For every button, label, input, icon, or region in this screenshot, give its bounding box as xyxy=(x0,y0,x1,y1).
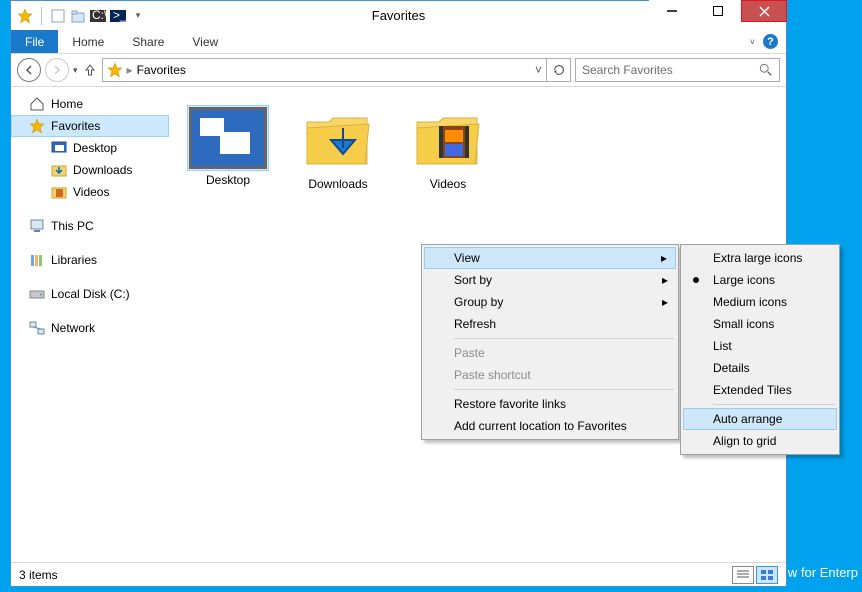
menu-large-icons[interactable]: Large icons xyxy=(683,269,837,291)
powershell-icon[interactable]: >_ xyxy=(110,8,126,24)
address-bar[interactable]: ▸ Favorites ˅ xyxy=(102,58,547,82)
refresh-button[interactable] xyxy=(547,58,571,82)
back-button[interactable] xyxy=(17,58,41,82)
title-bar: C:\ >_ ▾ Favorites xyxy=(11,1,786,30)
separator xyxy=(41,7,42,25)
sidebar-label: Network xyxy=(51,321,95,335)
tab-share[interactable]: Share xyxy=(118,30,178,53)
history-dropdown-icon[interactable]: ▾ xyxy=(73,65,78,76)
details-view-button[interactable] xyxy=(732,566,754,584)
context-menu: View▸ Sort by▸ Group by▸ Refresh Paste P… xyxy=(421,244,679,440)
menu-restore-favorites[interactable]: Restore favorite links xyxy=(424,393,676,415)
item-label: Videos xyxy=(430,177,466,191)
quick-access-toolbar: C:\ >_ ▾ xyxy=(11,7,146,25)
separator xyxy=(454,389,674,390)
submenu-arrow-icon: ▸ xyxy=(662,295,668,309)
separator xyxy=(713,404,835,405)
menu-add-location[interactable]: Add current location to Favorites xyxy=(424,415,676,437)
new-folder-icon[interactable] xyxy=(70,8,86,24)
sidebar-label: Local Disk (C:) xyxy=(51,287,130,301)
item-label: Desktop xyxy=(206,173,250,187)
submenu-arrow-icon: ▸ xyxy=(661,251,667,265)
maximize-button[interactable] xyxy=(695,0,741,22)
star-icon xyxy=(107,62,123,78)
sidebar-item-videos[interactable]: Videos xyxy=(11,181,169,203)
tab-file[interactable]: File xyxy=(11,30,58,53)
sidebar-label: Home xyxy=(51,97,83,111)
minimize-button[interactable] xyxy=(649,0,695,22)
search-placeholder: Search Favorites xyxy=(582,63,673,77)
menu-list[interactable]: List xyxy=(683,335,837,357)
search-input[interactable]: Search Favorites xyxy=(575,58,780,82)
navigation-bar: ▾ ▸ Favorites ˅ Search Favorites xyxy=(11,54,786,87)
icons-view-button[interactable] xyxy=(756,566,778,584)
item-downloads[interactable]: Downloads xyxy=(295,105,381,191)
menu-align-to-grid[interactable]: Align to grid xyxy=(683,430,837,452)
window-buttons xyxy=(649,0,787,22)
menu-sortby[interactable]: Sort by▸ xyxy=(424,269,676,291)
sidebar-item-home[interactable]: Home xyxy=(11,93,169,115)
view-submenu: Extra large icons Large icons Medium ico… xyxy=(680,244,840,455)
sidebar-label: Favorites xyxy=(51,119,100,133)
properties-icon[interactable] xyxy=(50,8,66,24)
sidebar-item-libraries[interactable]: Libraries xyxy=(11,249,169,271)
svg-text:C:\: C:\ xyxy=(92,10,106,22)
search-icon xyxy=(759,63,773,77)
menu-paste-shortcut: Paste shortcut xyxy=(424,364,676,386)
separator xyxy=(454,338,674,339)
console-icon[interactable]: C:\ xyxy=(90,8,106,24)
up-button[interactable] xyxy=(82,62,98,78)
menu-refresh[interactable]: Refresh xyxy=(424,313,676,335)
menu-paste: Paste xyxy=(424,342,676,364)
menu-groupby[interactable]: Group by▸ xyxy=(424,291,676,313)
sidebar-item-favorites[interactable]: Favorites xyxy=(11,115,169,137)
sidebar-item-desktop[interactable]: Desktop xyxy=(11,137,169,159)
address-dropdown-icon[interactable]: ˅ xyxy=(535,63,542,77)
radio-icon xyxy=(693,277,699,283)
star-icon xyxy=(17,8,33,24)
item-label: Downloads xyxy=(308,177,367,191)
navigation-pane: Home Favorites Desktop Downloads Videos xyxy=(11,87,169,562)
breadcrumb[interactable]: Favorites xyxy=(137,63,186,77)
svg-text:>_: >_ xyxy=(113,10,126,22)
watermark-text: w for Enterp xyxy=(788,565,858,580)
qat-dropdown-icon[interactable]: ▾ xyxy=(130,8,146,24)
forward-button[interactable] xyxy=(45,58,69,82)
sidebar-item-network[interactable]: Network xyxy=(11,317,169,339)
submenu-arrow-icon: ▸ xyxy=(662,273,668,287)
tab-home[interactable]: Home xyxy=(58,30,118,53)
menu-view[interactable]: View▸ xyxy=(424,247,676,269)
tab-view[interactable]: View xyxy=(178,30,232,53)
sidebar-label: Downloads xyxy=(73,163,132,177)
item-count: 3 items xyxy=(19,568,58,582)
sidebar-label: Videos xyxy=(73,185,109,199)
sidebar-item-downloads[interactable]: Downloads xyxy=(11,159,169,181)
menu-details[interactable]: Details xyxy=(683,357,837,379)
ribbon-expand-icon[interactable]: ˅ xyxy=(750,37,755,47)
menu-small-icons[interactable]: Small icons xyxy=(683,313,837,335)
sidebar-label: Libraries xyxy=(51,253,97,267)
close-button[interactable] xyxy=(741,0,787,22)
menu-extra-large-icons[interactable]: Extra large icons xyxy=(683,247,837,269)
menu-extended-tiles[interactable]: Extended Tiles xyxy=(683,379,837,401)
sidebar-item-localdisk[interactable]: Local Disk (C:) xyxy=(11,283,169,305)
item-desktop[interactable]: Desktop xyxy=(185,105,271,191)
ribbon-tabs: File Home Share View ˅ ? xyxy=(11,30,786,54)
status-bar: 3 items xyxy=(11,562,786,586)
menu-auto-arrange[interactable]: Auto arrange xyxy=(683,408,837,430)
item-videos[interactable]: Videos xyxy=(405,105,491,191)
sidebar-label: This PC xyxy=(51,219,94,233)
help-icon[interactable]: ? xyxy=(763,34,778,49)
sidebar-label: Desktop xyxy=(73,141,117,155)
sidebar-item-thispc[interactable]: This PC xyxy=(11,215,169,237)
menu-medium-icons[interactable]: Medium icons xyxy=(683,291,837,313)
